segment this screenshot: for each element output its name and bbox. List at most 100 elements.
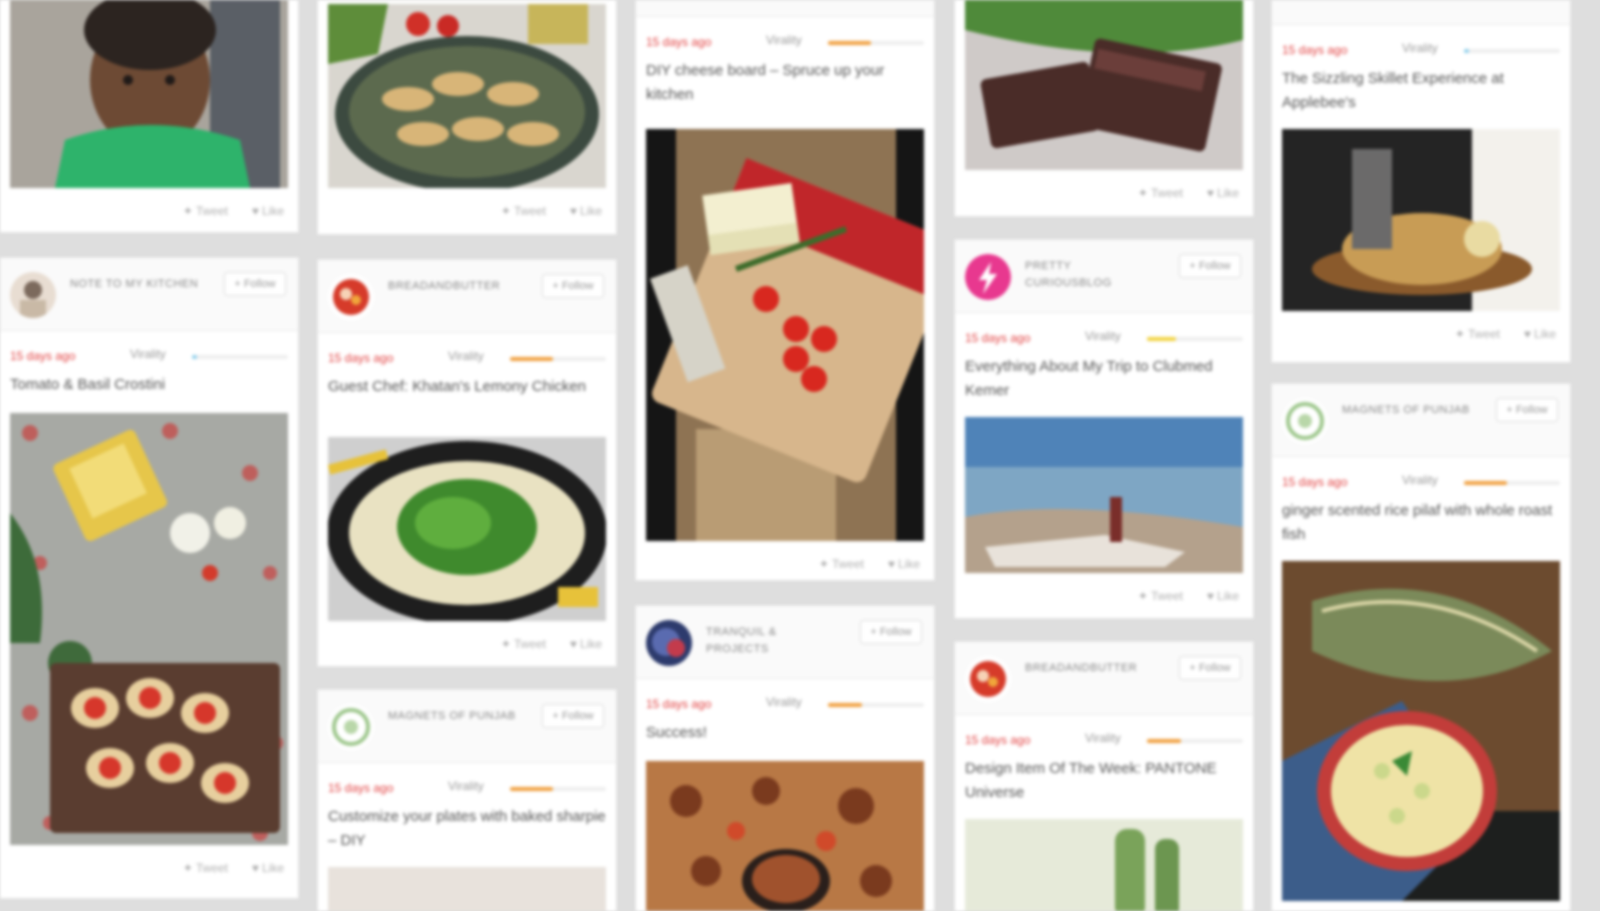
author-name[interactable]: MAGNETS OF PUNJAB xyxy=(388,708,518,725)
like-button[interactable]: ♥ Like xyxy=(252,861,284,875)
post-title[interactable]: Design Item Of The Week: PANTONE Univers… xyxy=(965,757,1243,805)
post-time: 15 days ago xyxy=(328,781,394,795)
post-card[interactable]: BREADANDBUTTER + Follow 15 days ago Vira… xyxy=(318,260,616,666)
author-avatar[interactable] xyxy=(328,704,374,750)
heart-icon: ♥ xyxy=(1523,327,1531,341)
author-name[interactable]: PRETTY CURIOUSBLOG xyxy=(1025,258,1155,292)
post-image[interactable] xyxy=(965,819,1243,911)
post-image[interactable] xyxy=(1282,561,1560,901)
like-button[interactable]: ♥ Like xyxy=(570,204,602,218)
virality-fill xyxy=(1464,481,1508,485)
author-name[interactable]: BREADANDBUTTER xyxy=(1025,660,1155,677)
author-name[interactable]: BREADANDBUTTER xyxy=(388,278,518,295)
tweet-button[interactable]: ✦ Tweet xyxy=(1455,327,1500,341)
post-card[interactable]: PRETTY CURIOUSBLOG + Follow 15 days ago … xyxy=(955,240,1253,618)
virality-bar xyxy=(828,703,924,707)
card-header: MAGNETS OF PUNJAB + Follow xyxy=(1272,384,1570,457)
post-card[interactable]: ✦ Tweet ♥ Like xyxy=(318,0,616,234)
post-image[interactable] xyxy=(965,417,1243,573)
virality-label: Virality xyxy=(1085,329,1121,343)
post-title[interactable]: ginger scented rice pilaf with whole roa… xyxy=(1282,499,1560,547)
post-image[interactable] xyxy=(10,413,288,845)
card-footer: ✦ Tweet ♥ Like xyxy=(0,188,298,234)
virality-label: Virality xyxy=(766,33,802,47)
heart-icon: ♥ xyxy=(887,557,895,571)
virality-label: Virality xyxy=(448,349,484,363)
author-avatar[interactable] xyxy=(1282,398,1328,444)
tweet-button[interactable]: ✦ Tweet xyxy=(183,861,228,875)
post-image[interactable] xyxy=(1282,129,1560,311)
tweet-label: Tweet xyxy=(1150,589,1183,603)
tweet-button[interactable]: ✦ Tweet xyxy=(501,204,546,218)
author-avatar[interactable] xyxy=(10,272,56,318)
post-card[interactable]: MAGNETS OF PUNJAB + Follow 15 days ago V… xyxy=(1272,384,1570,911)
author-avatar[interactable] xyxy=(965,254,1011,300)
author-avatar[interactable] xyxy=(965,656,1011,702)
post-title[interactable]: DIY cheese board – Spruce up your kitche… xyxy=(646,59,924,107)
post-title[interactable]: Everything About My Trip to Clubmed Keme… xyxy=(965,355,1243,403)
follow-button[interactable]: + Follow xyxy=(224,272,286,296)
follow-button[interactable]: + Follow xyxy=(1179,656,1241,680)
post-title[interactable]: Customize your plates with baked sharpie… xyxy=(328,805,606,853)
author-name[interactable]: MAGNETS OF PUNJAB xyxy=(1342,402,1472,419)
post-image[interactable] xyxy=(646,129,924,541)
post-card[interactable]: MAGNETS OF PUNJAB + Follow 15 days ago V… xyxy=(318,690,616,911)
post-title[interactable]: Tomato & Basil Crostini xyxy=(10,373,288,399)
post-image[interactable] xyxy=(328,867,606,911)
like-button[interactable]: ♥ Like xyxy=(252,204,284,218)
virality-fill xyxy=(828,41,872,45)
post-card[interactable]: TRANQUIL & PROJECTS + Follow 15 days ago… xyxy=(636,606,934,911)
post-card[interactable]: ✦ Tweet ♥ Like xyxy=(955,0,1253,216)
like-button[interactable]: ♥ Like xyxy=(1524,327,1556,341)
author-name[interactable]: NOTE TO MY KITCHEN xyxy=(70,276,200,293)
virality-label: Virality xyxy=(1402,473,1438,487)
post-card[interactable]: ✦ Tweet ♥ Like xyxy=(0,0,298,232)
tweet-button[interactable]: ✦ Tweet xyxy=(1138,589,1183,603)
like-button[interactable]: ♥ Like xyxy=(1207,186,1239,200)
virality-bar xyxy=(1147,739,1243,743)
post-image[interactable] xyxy=(646,761,924,911)
like-button[interactable]: ♥ Like xyxy=(888,557,920,571)
post-card[interactable]: 15 days ago Virality The Sizzling Skille… xyxy=(1272,0,1570,362)
post-image[interactable] xyxy=(328,437,606,621)
tweet-button[interactable]: ✦ Tweet xyxy=(183,204,228,218)
follow-button[interactable]: + Follow xyxy=(860,620,922,644)
virality-label: Virality xyxy=(130,347,166,361)
follow-button[interactable]: + Follow xyxy=(1179,254,1241,278)
virality-bar xyxy=(828,41,924,45)
like-button[interactable]: ♥ Like xyxy=(570,637,602,651)
post-time: 15 days ago xyxy=(965,733,1031,747)
virality-fill xyxy=(510,787,554,791)
tweet-button[interactable]: ✦ Tweet xyxy=(501,637,546,651)
content-board: ✦ Tweet ♥ Like NOTE TO MY KITCHEN + Follow… xyxy=(0,0,1600,911)
post-title[interactable]: The Sizzling Skillet Experience at Apple… xyxy=(1282,67,1560,115)
follow-button[interactable]: + Follow xyxy=(542,704,604,728)
card-header xyxy=(636,0,934,17)
follow-button[interactable]: + Follow xyxy=(1496,398,1558,422)
virality-bar xyxy=(510,357,606,361)
author-avatar[interactable] xyxy=(646,620,692,666)
author-name[interactable]: TRANQUIL & PROJECTS xyxy=(706,624,836,658)
like-label: Like xyxy=(579,637,602,651)
card-footer: ✦ Tweet ♥ Like xyxy=(318,621,616,667)
post-card[interactable]: NOTE TO MY KITCHEN + Follow 15 days ago … xyxy=(0,258,298,898)
post-meta: 15 days ago Virality xyxy=(1272,471,1570,495)
card-footer: ✦ Tweet ♥ Like xyxy=(0,845,298,891)
post-time: 15 days ago xyxy=(646,35,712,49)
post-card[interactable]: BREADANDBUTTER + Follow 15 days ago Vira… xyxy=(955,642,1253,911)
virality-bar xyxy=(1147,337,1243,341)
post-title[interactable]: Guest Chef: Khatan's Lemony Chicken xyxy=(328,375,606,423)
post-image[interactable] xyxy=(10,0,288,188)
tweet-button[interactable]: ✦ Tweet xyxy=(819,557,864,571)
like-label: Like xyxy=(1216,589,1239,603)
post-image[interactable] xyxy=(328,4,606,188)
post-image[interactable] xyxy=(965,0,1243,170)
twitter-icon: ✦ xyxy=(182,861,193,875)
post-card[interactable]: 15 days ago Virality DIY cheese board – … xyxy=(636,0,934,580)
tweet-button[interactable]: ✦ Tweet xyxy=(1138,186,1183,200)
post-title[interactable]: Success! xyxy=(646,721,924,747)
follow-button[interactable]: + Follow xyxy=(542,274,604,298)
like-button[interactable]: ♥ Like xyxy=(1207,589,1239,603)
author-avatar[interactable] xyxy=(328,274,374,320)
card-header: PRETTY CURIOUSBLOG + Follow xyxy=(955,240,1253,313)
